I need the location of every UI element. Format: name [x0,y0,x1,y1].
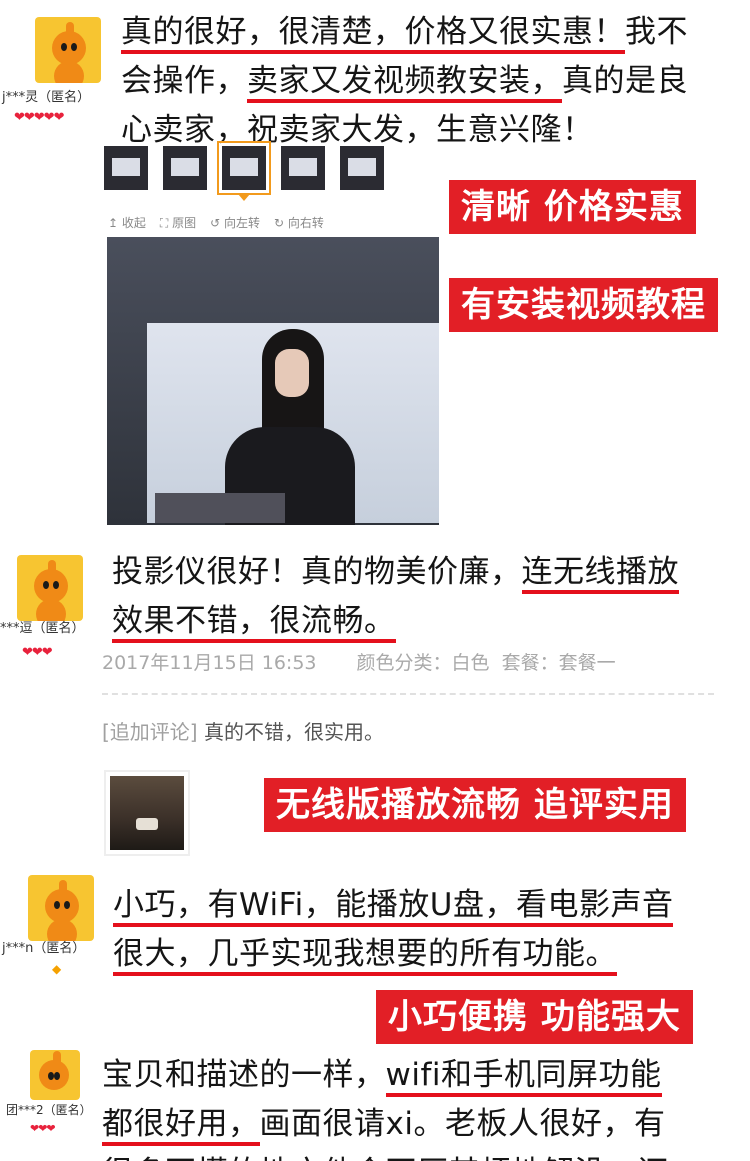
mascot-icon [52,22,86,65]
review-phrase: 很多不懂的地方他会不厌其烦地解没，还 [102,1155,669,1161]
highlighted-phrase: 真的很好，很清楚，价格又很实惠！ [121,14,625,54]
review-text-line: 很大，几乎实现我想要的所有功能。 [113,930,673,979]
rotate-right-button[interactable]: ↻ 向右转 [274,214,324,231]
highlighted-phrase: 小巧，有WiFi，能播放U盘，看电影声音 [113,887,674,927]
review-text-line: 投影仪很好！真的物美价廉，连无线播放 [112,548,679,597]
review-thumbnail-active[interactable] [217,141,271,195]
image-viewer-toolbar: ↥ 收起 ⛶ 原图 ↺ 向左转 ↻ 向右转 [108,210,438,234]
highlighted-phrase: 很大，几乎实现我想要的所有功能。 [113,936,617,976]
caret-icon [238,194,250,201]
highlighted-phrase: 卖家又发视频教安装， [247,63,562,103]
annotation-tag: 小巧便携 功能强大 [376,990,693,1044]
avatar [28,875,94,941]
review-thumbnail[interactable] [281,146,325,190]
review-text-line: 真的很好，很清楚，价格又很实惠！我不 [121,8,688,57]
append-review-photo[interactable] [104,770,190,856]
highlighted-phrase: wifi和手机同屏功能 [385,1057,662,1097]
highlighted-phrase: 都很好用， [102,1106,260,1146]
review-phrase: 心卖家，祝卖家大发，生意兴隆！ [121,112,594,148]
review-meta: 2017年11月15日 16:53 颜色分类：白色 套餐：套餐一 [102,648,616,675]
avatar [35,17,101,83]
append-review: [追加评论] 真的不错，很实用。 [102,716,384,745]
mascot-icon [39,1051,69,1090]
reviewer-name: ***逗（匿名） [0,621,85,636]
rotate-left-button[interactable]: ↺ 向左转 [210,214,260,231]
reviewer-name: j***灵（匿名） [2,90,91,105]
review-phrase: 我不 [625,14,688,50]
review-text-line: 宝贝和描述的一样，wifi和手机同屏功能 [102,1051,669,1100]
diamond-level-icon: ◆ [52,962,62,976]
review-phrase: 会操作， [121,63,247,99]
package-info: 套餐：套餐一 [501,652,616,674]
mascot-icon [45,880,79,923]
color-class: 颜色分类：白色 [356,652,490,674]
review-text-line: 都很好用，画面很请xi。老板人很好，有 [102,1100,669,1149]
review-text: 宝贝和描述的一样，wifi和手机同屏功能都很好用，画面很请xi。老板人很好，有很… [102,1051,669,1161]
reviewer-name: 团***2（匿名） [6,1103,92,1117]
reviewer-name: j***n（匿名） [2,941,86,956]
avatar [17,555,83,621]
review-text: 投影仪很好！真的物美价廉，连无线播放效果不错，很流畅。 [112,548,679,646]
annotation-tag: 清晰 价格实惠 [449,180,696,234]
review-phrase: 投影仪很好！真的物美价廉， [112,554,522,590]
mascot-icon [34,560,68,603]
rating-hearts-icon: ❤❤❤ [22,645,53,660]
review-phrase: 真的是良 [562,63,688,99]
review-photo[interactable] [107,237,439,525]
review-text-line: 会操作，卖家又发视频教安装，真的是良 [121,57,688,106]
review-phrase: 画面很请xi。老板人很好，有 [259,1106,666,1142]
collapse-button[interactable]: ↥ 收起 [108,214,146,231]
review-text-line: 效果不错，很流畅。 [112,597,679,646]
annotation-tag: 有安装视频教程 [449,278,718,332]
append-label: [追加评论] [102,720,198,744]
avatar [30,1050,80,1100]
review-date: 2017年11月15日 16:53 [102,652,317,674]
divider [102,693,714,695]
review-text: 小巧，有WiFi，能播放U盘，看电影声音 很大，几乎实现我想要的所有功能。 [113,881,674,979]
review-phrase: 宝贝和描述的一样， [102,1057,386,1093]
rating-hearts-icon: ❤❤❤ [30,1122,56,1135]
review-thumbnail[interactable] [340,146,384,190]
review-text: 真的很好，很清楚，价格又很实惠！我不 会操作，卖家又发视频教安装，真的是良 心卖家，… [121,8,688,155]
highlighted-phrase: 效果不错，很流畅。 [112,603,396,643]
review-text-line: 很多不懂的地方他会不厌其烦地解没，还 [102,1149,669,1161]
review-text-line: 小巧，有WiFi，能播放U盘，看电影声音 [113,881,674,930]
append-text: 真的不错，很实用。 [203,720,384,744]
review-thumbnail[interactable] [163,146,207,190]
highlighted-phrase: 连无线播放 [521,554,679,594]
review-thumbnail[interactable] [104,146,148,190]
rating-hearts-icon: ❤❤❤❤❤ [14,110,64,125]
annotation-tag: 无线版播放流畅 追评实用 [264,778,686,832]
original-image-button[interactable]: ⛶ 原图 [160,214,196,231]
